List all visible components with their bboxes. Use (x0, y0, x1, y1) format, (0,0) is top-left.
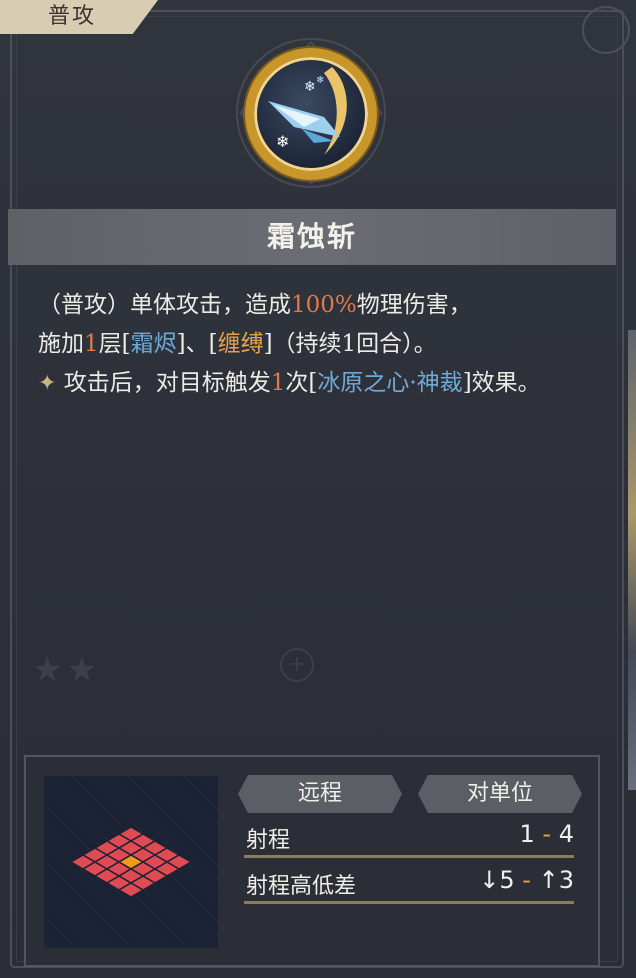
faded-star-icons: ★★ (32, 650, 101, 690)
arrow-down-icon: ↓ (479, 866, 500, 894)
range-max: 4 (558, 820, 574, 848)
range-value: 1 - 4 (519, 820, 574, 848)
height-diff-label: 射程高低差 (246, 874, 357, 899)
desc-text: 物理伤害， (356, 292, 472, 318)
desc-text: （普攻）单体攻击，造成 (38, 292, 291, 318)
skill-name-bar: 霜蚀斩 (8, 209, 616, 265)
height-diff-value: ↓5 - ↑3 (479, 866, 574, 894)
side-artwork-strip (628, 330, 636, 790)
description-line-1: （普攻）单体攻击，造成100%物理伤害， (38, 286, 578, 325)
description-line-3: ✦ 攻击后，对目标触发1次[冰原之心·神裁]效果。 (38, 364, 578, 403)
desc-text: 次[ (285, 370, 318, 396)
tab-basic-attack[interactable]: 普攻 (0, 0, 158, 34)
faded-plus-icon: + (280, 648, 314, 682)
height-up: 3 (558, 866, 574, 894)
range-grid (0, 775, 399, 949)
svg-text:❄: ❄ (316, 75, 324, 86)
status-bind-link[interactable]: 缠缚 (218, 331, 264, 357)
stack-count: 1 (84, 331, 99, 357)
range-separator: - (542, 820, 552, 848)
svg-text:❄: ❄ (276, 132, 289, 151)
skill-name: 霜蚀斩 (266, 220, 357, 253)
desc-text: ]、[ (176, 331, 218, 357)
range-min: 1 (519, 820, 535, 848)
divider (244, 901, 574, 904)
skill-description: （普攻）单体攻击，造成100%物理伤害， 施加1层[霜烬]、[缠缚]（持续1回合… (38, 286, 578, 403)
tab-label: 普攻 (48, 4, 97, 29)
desc-text: 施加 (38, 331, 84, 357)
height-down: 5 (499, 866, 515, 894)
target-type-chip: 对单位 (418, 775, 582, 813)
desc-text: ]效果。 (462, 370, 541, 396)
desc-text: 层[ (98, 331, 131, 357)
range-grid-svg (0, 775, 399, 949)
frost-blade-icon: ❄ ❄ ❄ (245, 48, 377, 180)
corner-ornament (582, 6, 630, 54)
attack-type-chip: 远程 (238, 775, 402, 813)
height-separator: - (522, 866, 531, 894)
description-line-2: 施加1层[霜烬]、[缠缚]（持续1回合）。 (38, 325, 578, 364)
desc-text: 攻击后，对目标触发 (63, 370, 271, 396)
desc-text: ]（持续1回合）。 (263, 331, 437, 357)
range-label: 射程 (246, 828, 291, 853)
svg-text:❄: ❄ (304, 79, 316, 95)
damage-percent: 100% (291, 292, 357, 318)
effect-link[interactable]: 冰原之心·神裁 (317, 370, 462, 396)
divider (244, 855, 574, 858)
status-frost-ember-link[interactable]: 霜烬 (131, 331, 177, 357)
sparkle-icon: ✦ (38, 371, 57, 396)
skill-card: 普攻 ❄ ❄ ❄ 霜蚀斩 （普攻）单体攻击，造成100%物理伤害， 施加1层[霜… (0, 0, 636, 978)
arrow-up-icon: ↑ (538, 866, 559, 894)
trigger-count: 1 (270, 370, 286, 396)
